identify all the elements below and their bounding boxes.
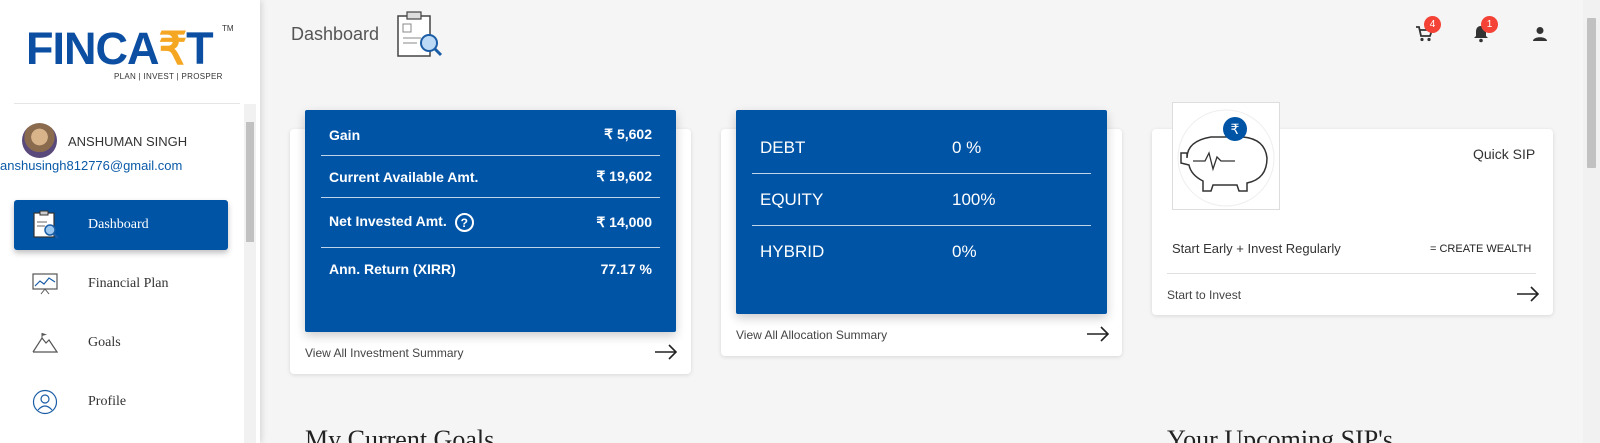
arrow-right-icon[interactable]	[1086, 326, 1110, 342]
upcoming-sips-heading: Your Upcoming SIP's	[1167, 425, 1393, 443]
dashboard-clipboard-icon	[393, 10, 443, 60]
gain-label: Gain	[329, 126, 361, 143]
current-available-row: Current Available Amt. ₹ 19,602	[321, 156, 660, 198]
annual-return-value: 77.17 %	[600, 261, 652, 277]
avatar[interactable]	[22, 123, 57, 158]
current-available-value: ₹ 19,602	[596, 168, 652, 184]
net-invested-value: ₹ 14,000	[596, 214, 652, 230]
sidebar-item-label: Dashboard	[88, 217, 149, 232]
page-title: Dashboard	[291, 24, 380, 44]
arrow-right-icon[interactable]	[654, 344, 678, 360]
start-to-invest-link[interactable]: Start to Invest	[1167, 288, 1241, 302]
gain-value: ₹ 5,602	[604, 126, 652, 142]
sidebar-item-goals[interactable]: Goals	[14, 318, 228, 368]
notification-badge: 1	[1481, 16, 1498, 33]
user-name: ANSHUMAN SINGH	[68, 134, 188, 149]
annual-return-label: Ann. Return (XIRR)	[329, 261, 456, 277]
app-root: FINCA₹T TM PLAN | INVEST | PROSPER ANSHU…	[0, 0, 1600, 443]
logo-tagline: PLAN | INVEST | PROSPER	[114, 72, 223, 81]
annual-return-row: Ann. Return (XIRR) 77.17 %	[321, 248, 660, 290]
cart-badge: 4	[1424, 16, 1441, 33]
arrow-right-icon[interactable]	[1516, 286, 1540, 302]
sip-wealth: = CREATE WEALTH	[1430, 243, 1532, 255]
sidebar-item-dashboard[interactable]: Dashboard	[14, 200, 228, 250]
sidebar: FINCA₹T TM PLAN | INVEST | PROSPER ANSHU…	[0, 0, 260, 443]
sidebar-divider	[14, 103, 240, 104]
dashboard-icon	[30, 210, 60, 240]
sidebar-item-financial-plan[interactable]: Financial Plan	[14, 259, 228, 309]
sidebar-item-label: Goals	[88, 335, 121, 350]
sip-tagline: Start Early + Invest Regularly	[1172, 241, 1341, 256]
sidebar-item-label: Financial Plan	[88, 276, 169, 291]
coin-symbol: ₹	[1231, 121, 1240, 137]
allocation-summary-panel: DEBT 0 % EQUITY 100% HYBRID 0%	[736, 110, 1107, 314]
hybrid-label: HYBRID	[760, 242, 825, 261]
view-allocation-summary-link[interactable]: View All Allocation Summary	[736, 328, 887, 342]
my-current-goals-heading: My Current Goals	[305, 425, 495, 443]
gain-row: Gain ₹ 5,602	[321, 114, 660, 156]
logo-trademark: TM	[222, 24, 234, 33]
account-button[interactable]	[1530, 24, 1550, 44]
hybrid-row: HYBRID 0%	[752, 226, 1091, 278]
debt-row: DEBT 0 %	[752, 122, 1091, 174]
sidebar-item-label: Profile	[88, 394, 127, 409]
mountain-flag-icon	[30, 328, 60, 358]
current-available-label: Current Available Amt.	[329, 168, 479, 185]
help-icon[interactable]: ?	[454, 213, 474, 232]
sidebar-scrollbar-thumb[interactable]	[246, 122, 254, 242]
debt-label: DEBT	[760, 137, 806, 157]
debt-value: 0 %	[952, 137, 982, 157]
equity-label: EQUITY	[760, 189, 824, 209]
sidebar-item-profile[interactable]: Profile	[14, 377, 228, 427]
investment-summary-panel: Gain ₹ 5,602 Current Available Amt. ₹ 19…	[305, 110, 676, 332]
quick-sip-title[interactable]: Quick SIP	[1473, 146, 1535, 162]
hybrid-value: 0%	[952, 242, 977, 261]
cart-button[interactable]: 4	[1414, 16, 1441, 44]
equity-row: EQUITY 100%	[752, 174, 1091, 226]
piggy-bank-icon: ₹	[1172, 102, 1280, 210]
equity-value: 100%	[952, 189, 996, 209]
user-email: anshusingh812776@gmail.com	[0, 158, 183, 173]
notifications-button[interactable]: 1	[1471, 16, 1498, 44]
view-investment-summary-link[interactable]: View All Investment Summary	[305, 346, 464, 360]
net-invested-row: Net Invested Amt.? ₹ 14,000	[321, 198, 660, 248]
logo-wordmark: FINCA₹T	[26, 23, 214, 74]
main-scrollbar-thumb[interactable]	[1587, 18, 1596, 168]
fincart-logo[interactable]: FINCA₹T TM PLAN | INVEST | PROSPER	[26, 23, 236, 86]
user-circle-icon	[30, 387, 60, 417]
chart-icon	[30, 269, 60, 299]
divider	[1167, 273, 1536, 274]
net-invested-label: Net Invested Amt.	[329, 213, 447, 230]
user-icon	[1533, 27, 1547, 41]
